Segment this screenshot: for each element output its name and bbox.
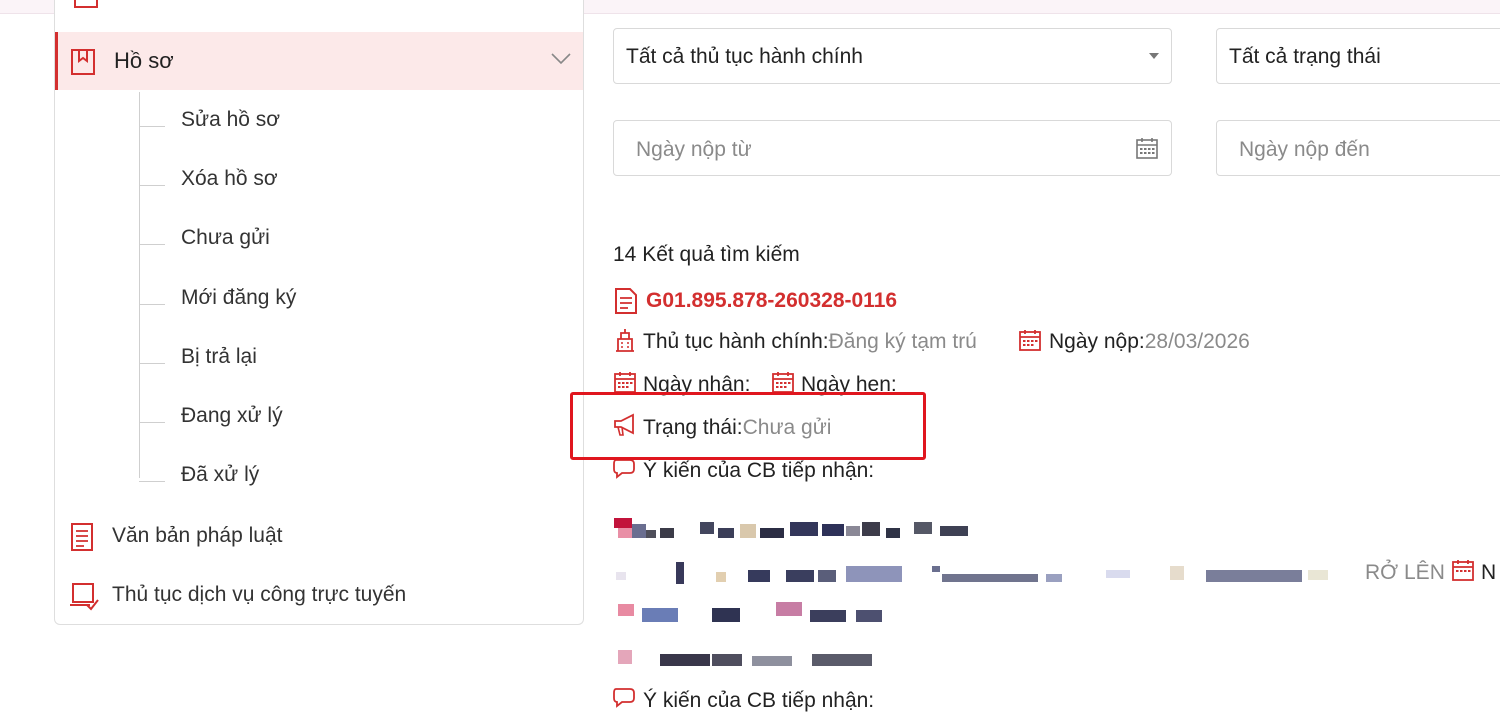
submenu-item-label: Đang xử lý (181, 404, 283, 427)
date-to-input[interactable]: Ngày nộp đến (1216, 120, 1500, 176)
submenu-item-label: Mới đăng ký (181, 286, 297, 309)
sidebar: Hồ sơ Sửa hồ sơ Xóa hồ sơ Chưa gửi Mới đ… (54, 0, 584, 625)
calendar-icon (1451, 558, 1475, 587)
submenu-item-xoa-ho-so[interactable]: Xóa hồ sơ (139, 151, 539, 191)
redacted-partial-text-2: N (1481, 561, 1497, 584)
sidebar-item-thu-tuc-dich-vu-cong[interactable]: Thủ tục dịch vụ công trực tuyến (55, 569, 583, 619)
caret-down-icon (1149, 53, 1159, 59)
submit-date-value: 28/03/2026 (1144, 330, 1250, 353)
submenu-item-label: Bị trả lại (181, 345, 257, 368)
calendar-icon (1018, 328, 1042, 357)
document-icon (69, 522, 95, 557)
submenu-item-da-xu-ly[interactable]: Đã xử lý (139, 447, 539, 487)
building-icon (613, 327, 637, 358)
menu-item-icon-partial (74, 0, 98, 8)
submenu-item-label: Xóa hồ sơ (181, 167, 278, 190)
date-to-placeholder: Ngày nộp đến (1239, 138, 1370, 161)
submenu-item-label: Sửa hồ sơ (181, 108, 281, 131)
submenu-item-label: Chưa gửi (181, 226, 270, 249)
calendar-icon[interactable] (1135, 136, 1159, 165)
laptop-check-icon (69, 581, 99, 616)
procedure-value: Đăng ký tạm trú (828, 330, 977, 353)
chevron-down-icon[interactable] (551, 52, 571, 70)
submenu-item-dang-xu-ly[interactable]: Đang xử lý (139, 388, 539, 428)
sidebar-item-label: Thủ tục dịch vụ công trực tuyến (112, 583, 407, 606)
bookmark-icon (70, 48, 96, 81)
sidebar-item-label: Hồ sơ (114, 48, 174, 73)
sidebar-item-label: Văn bản pháp luật (112, 524, 283, 547)
date-from-input[interactable]: Ngày nộp từ (613, 120, 1172, 176)
record-code-link[interactable]: G01.895.878-260328-0116 (646, 289, 897, 313)
submenu-item-sua-ho-so[interactable]: Sửa hồ sơ (139, 92, 539, 132)
comment-icon (612, 456, 638, 485)
submenu-item-bi-tra-lai[interactable]: Bị trả lại (139, 329, 539, 369)
submenu-item-chua-gui[interactable]: Chưa gửi (139, 210, 539, 250)
status-select[interactable]: Tất cả trạng thái (1216, 28, 1500, 84)
sidebar-item-van-ban-phap-luat[interactable]: Văn bản pháp luật (55, 510, 583, 560)
opinion-label: Ý kiến của CB tiếp nhận: (643, 459, 875, 482)
procedure-select[interactable]: Tất cả thủ tục hành chính (613, 28, 1172, 84)
comment-icon (612, 685, 638, 714)
status-select-value: Tất cả trạng thái (1229, 45, 1381, 68)
opinion-label-2: Ý kiến của CB tiếp nhận: (643, 689, 875, 712)
date-from-placeholder: Ngày nộp từ (636, 138, 752, 161)
results-count: 14 Kết quả tìm kiếm (613, 243, 800, 266)
procedure-select-value: Tất cả thủ tục hành chính (626, 45, 863, 68)
highlight-box (570, 392, 926, 460)
redacted-partial-text: RỞ LÊN (1365, 561, 1445, 584)
document-icon (613, 287, 639, 320)
sidebar-item-ho-so[interactable]: Hồ sơ (55, 32, 583, 90)
submenu-item-moi-dang-ky[interactable]: Mới đăng ký (139, 270, 539, 310)
submit-date: Ngày nộp:28/03/2026 (1049, 330, 1250, 353)
submenu-item-label: Đã xử lý (181, 463, 260, 486)
procedure-label: Thủ tục hành chính:Đăng ký tạm trú (643, 330, 977, 353)
